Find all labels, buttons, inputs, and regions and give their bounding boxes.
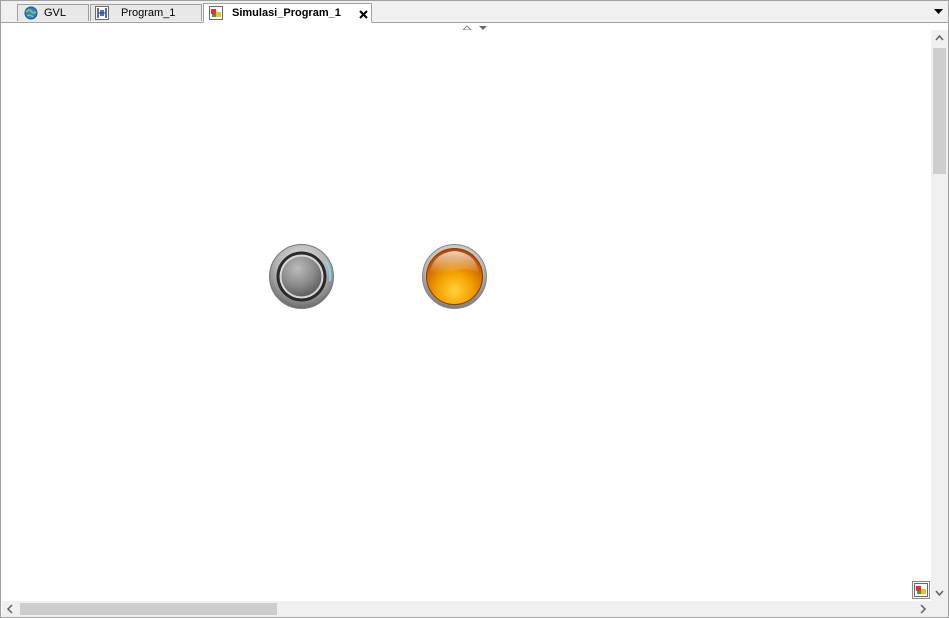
scroll-right-icon[interactable] — [914, 601, 931, 617]
close-tab-icon[interactable] — [358, 9, 369, 20]
horizontal-scroll-thumb[interactable] — [20, 603, 277, 615]
scrollbar-corner — [931, 601, 948, 617]
tab-gvl-label: GVL — [44, 7, 67, 19]
tab-gvl[interactable]: GVL — [17, 4, 89, 21]
scroll-up-icon[interactable] — [931, 30, 948, 47]
push-button[interactable] — [268, 243, 335, 310]
vertical-scroll-thumb[interactable] — [933, 48, 946, 174]
visualization-canvas — [2, 30, 931, 601]
scroll-down-icon[interactable] — [931, 584, 948, 601]
visualization-toolbox-button[interactable] — [912, 581, 930, 599]
vertical-scrollbar[interactable] — [931, 30, 948, 601]
visualization-icon — [209, 6, 223, 20]
scroll-left-icon[interactable] — [2, 601, 19, 617]
tab-strip: GVL Program_1 Simulasi_Program_1 — [1, 1, 948, 23]
indicator-lamp — [422, 244, 487, 309]
tab-simulasi-program-1-label: Simulasi_Program_1 — [232, 7, 341, 19]
tab-simulasi-program-1[interactable]: Simulasi_Program_1 — [203, 3, 372, 23]
editor-window: GVL Program_1 Simulasi_Program_1 — [0, 0, 949, 618]
gvl-globe-icon — [24, 6, 38, 20]
visualization-small-icon — [914, 583, 928, 597]
tab-list-dropdown-icon[interactable] — [933, 6, 944, 17]
horizontal-scrollbar[interactable] — [2, 601, 931, 617]
tab-program-1-label: Program_1 — [121, 7, 176, 19]
tab-program-1[interactable]: Program_1 — [90, 4, 202, 21]
program-ladder-icon — [95, 6, 109, 20]
